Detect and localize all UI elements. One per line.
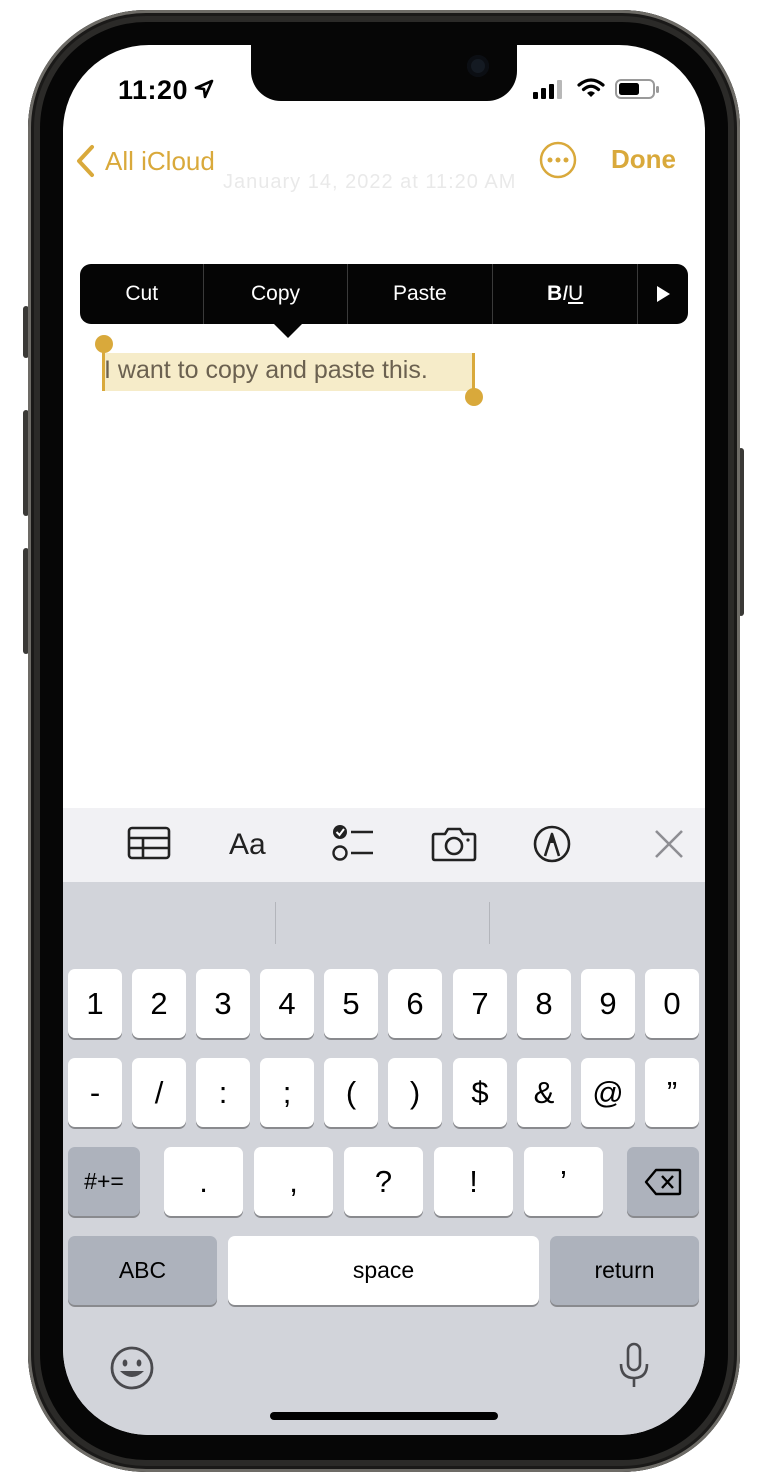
key-ampersand[interactable]: &	[517, 1058, 571, 1127]
prediction-divider	[275, 902, 276, 944]
key-more-symbols[interactable]: #+=	[68, 1147, 140, 1216]
more-menu-button[interactable]	[638, 264, 688, 324]
key-4[interactable]: 4	[260, 969, 314, 1038]
key-apostrophe[interactable]: ’	[524, 1147, 603, 1216]
markup-icon[interactable]	[533, 825, 571, 863]
key-dollar[interactable]: $	[453, 1058, 507, 1127]
key-hyphen[interactable]: -	[68, 1058, 122, 1127]
screen: 11:20 All iCloud Done January 14, 2022 a…	[63, 45, 705, 1435]
key-comma[interactable]: ,	[254, 1147, 333, 1216]
key-question[interactable]: ?	[344, 1147, 423, 1216]
delete-key[interactable]	[627, 1147, 699, 1216]
note-body-text[interactable]: I want to copy and paste this.	[104, 356, 428, 385]
paste-button[interactable]: Paste	[348, 264, 493, 324]
selection-end-handle[interactable]	[465, 388, 483, 406]
key-at[interactable]: @	[581, 1058, 635, 1127]
format-icon[interactable]: Aa	[229, 828, 266, 862]
underline-label: U	[568, 282, 584, 305]
close-icon[interactable]	[653, 828, 685, 860]
cellular-signal-icon	[533, 80, 562, 99]
key-5[interactable]: 5	[324, 969, 378, 1038]
key-abc[interactable]: ABC	[68, 1236, 217, 1305]
selection-start-handle[interactable]	[95, 335, 113, 353]
key-7[interactable]: 7	[453, 969, 507, 1038]
table-icon[interactable]	[127, 826, 171, 860]
key-3[interactable]: 3	[196, 969, 250, 1038]
formatting-toolbar: Aa	[63, 808, 705, 882]
key-close-paren[interactable]: )	[388, 1058, 442, 1127]
space-key[interactable]: space	[228, 1236, 539, 1305]
key-8[interactable]: 8	[517, 969, 571, 1038]
key-6[interactable]: 6	[388, 969, 442, 1038]
key-period[interactable]: .	[164, 1147, 243, 1216]
note-date: January 14, 2022 at 11:20 AM	[223, 171, 517, 193]
home-indicator[interactable]	[270, 1412, 498, 1420]
copy-button[interactable]: Copy	[204, 264, 348, 324]
microphone-icon[interactable]	[617, 1342, 651, 1390]
key-quote[interactable]: ”	[645, 1058, 699, 1127]
key-0[interactable]: 0	[645, 969, 699, 1038]
more-options-icon[interactable]	[539, 141, 577, 179]
cut-button[interactable]: Cut	[80, 264, 205, 324]
notch	[251, 45, 517, 101]
key-9[interactable]: 9	[581, 969, 635, 1038]
checklist-icon[interactable]	[331, 823, 375, 863]
bold-label: B	[547, 282, 563, 305]
emoji-icon[interactable]	[109, 1345, 155, 1391]
back-button[interactable]: All iCloud	[75, 141, 215, 181]
edit-menu: Cut Copy Paste B I U	[80, 264, 688, 324]
prediction-divider	[489, 902, 490, 944]
wifi-icon	[577, 78, 605, 97]
key-colon[interactable]: :	[196, 1058, 250, 1127]
back-button-label: All iCloud	[105, 145, 215, 176]
done-button[interactable]: Done	[611, 144, 676, 175]
backspace-icon	[644, 1168, 682, 1195]
menu-pointer	[274, 324, 302, 338]
return-key[interactable]: return	[550, 1236, 699, 1305]
key-slash[interactable]: /	[132, 1058, 186, 1127]
status-time: 11:20	[118, 75, 189, 105]
key-exclamation[interactable]: !	[434, 1147, 513, 1216]
location-arrow-icon	[194, 79, 214, 99]
selection-start-bar	[102, 347, 105, 391]
key-1[interactable]: 1	[68, 969, 122, 1038]
keyboard: 1 2 3 4 5 6 7 8 9 0 - / : ; ( ) $ & @ ” …	[63, 882, 705, 1435]
front-camera	[467, 55, 489, 77]
key-open-paren[interactable]: (	[324, 1058, 378, 1127]
format-biu-button[interactable]: B I U	[493, 264, 639, 324]
key-2[interactable]: 2	[132, 969, 186, 1038]
chevron-left-icon	[77, 145, 94, 177]
triangle-right-icon	[657, 286, 671, 302]
key-semicolon[interactable]: ;	[260, 1058, 314, 1127]
camera-icon[interactable]	[431, 826, 477, 862]
battery-icon	[615, 79, 659, 99]
